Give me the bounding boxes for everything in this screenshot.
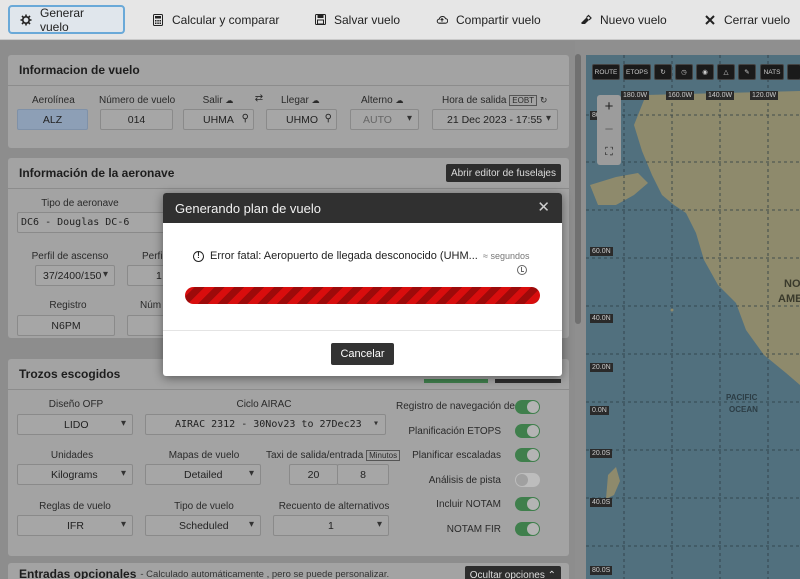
cancel-button[interactable]: Cancelar — [331, 343, 394, 365]
progress-bar — [185, 287, 540, 304]
error-message: ! Error fatal: Aeropuerto de llegada des… — [193, 250, 478, 262]
clock-icon — [517, 265, 527, 275]
modal-header: Generando plan de vuelo ✕ — [163, 193, 562, 223]
elapsed-seconds: ≈ segundos — [483, 251, 530, 261]
exclamation-icon: ! — [193, 250, 204, 262]
error-text: Error fatal: Aeropuerto de llegada desco… — [210, 250, 478, 262]
modal-divider — [163, 330, 562, 331]
close-icon[interactable]: ✕ — [537, 200, 550, 215]
generating-plan-modal: Generando plan de vuelo ✕ ! Error fatal:… — [163, 193, 562, 376]
modal-title: Generando plan de vuelo — [175, 200, 322, 216]
